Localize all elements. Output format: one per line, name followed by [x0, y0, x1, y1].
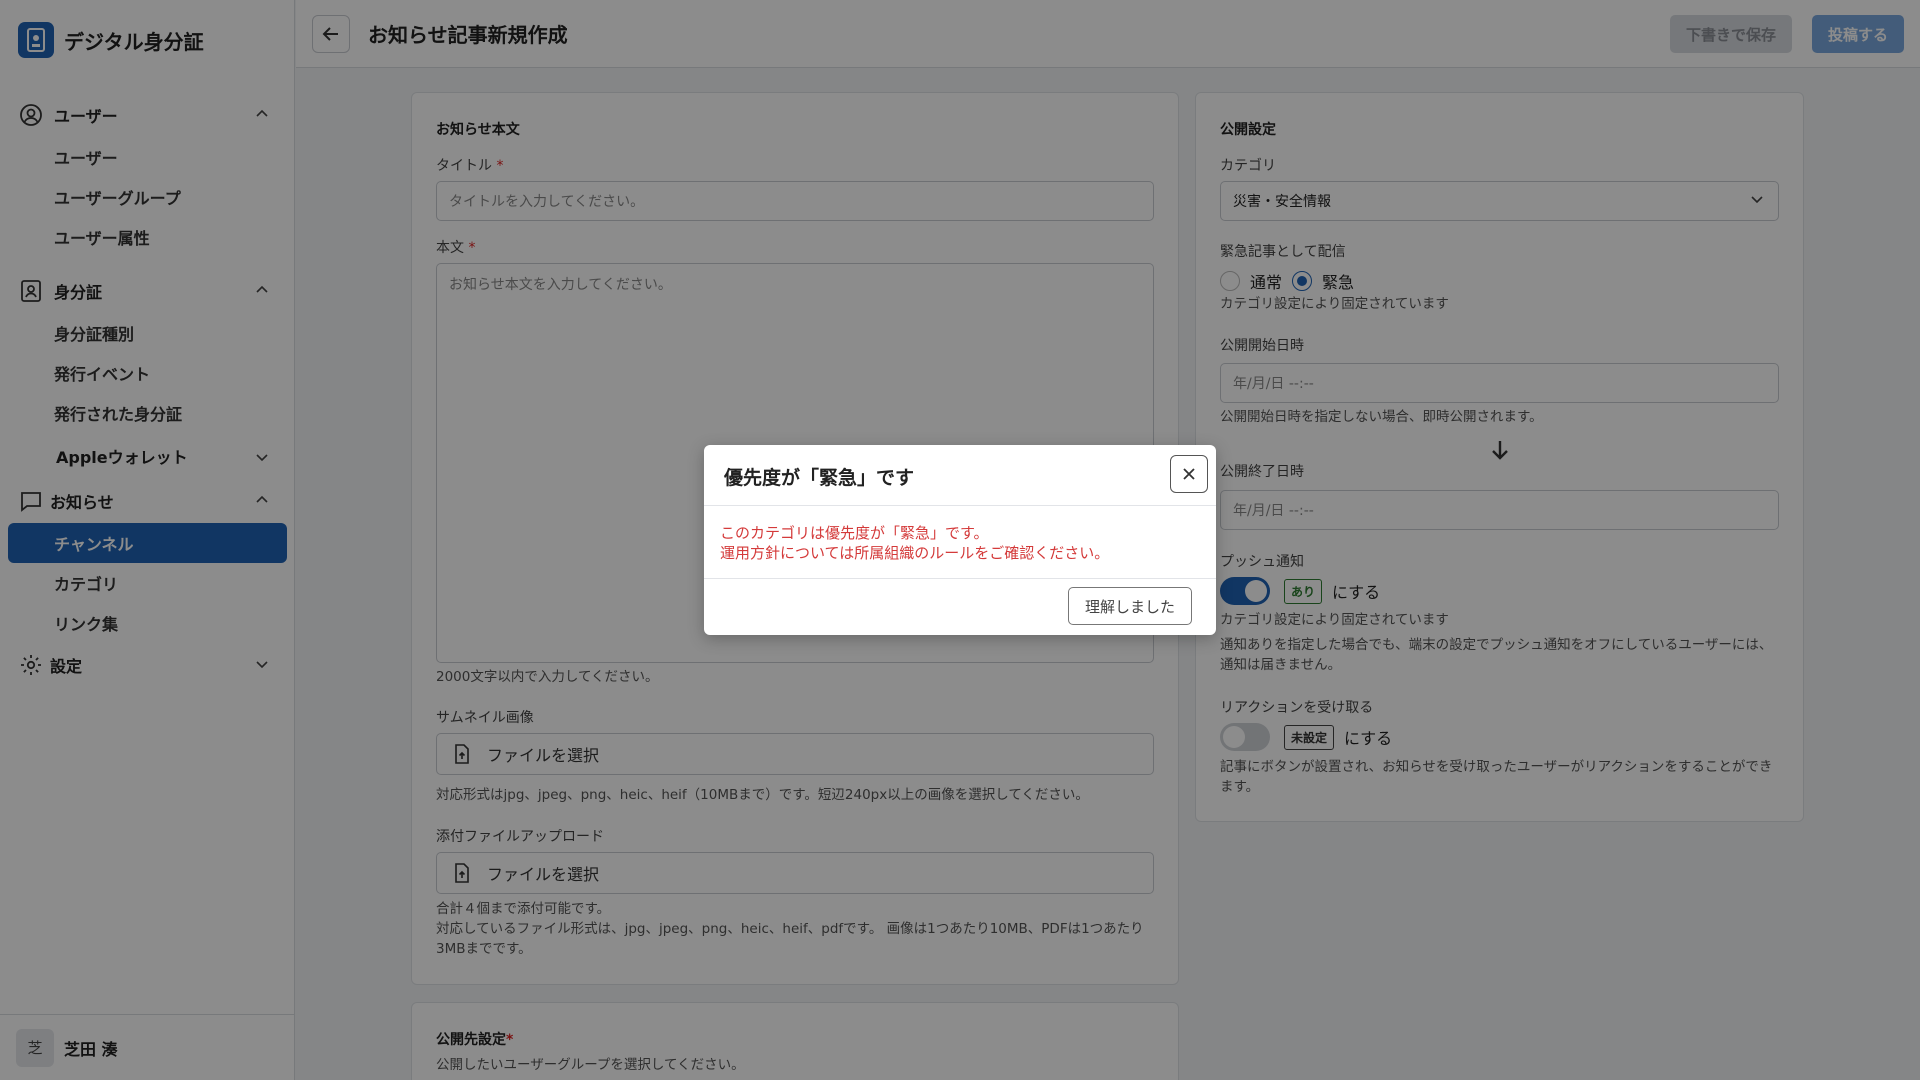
dialog-message-line: このカテゴリは優先度が「緊急」です。 [720, 524, 989, 542]
close-button[interactable] [1170, 455, 1208, 493]
dialog-message: このカテゴリは優先度が「緊急」です。 運用方針については所属組織のルールをご確認… [720, 523, 1200, 563]
close-icon [1183, 468, 1195, 480]
dialog-message-line: 運用方針については所属組織のルールをご確認ください。 [720, 544, 1110, 562]
understood-button[interactable]: 理解しました [1067, 587, 1192, 625]
urgent-priority-dialog: 優先度が「緊急」です このカテゴリは優先度が「緊急」です。 運用方針については所… [704, 445, 1216, 635]
dialog-title: 優先度が「緊急」です [724, 467, 915, 489]
